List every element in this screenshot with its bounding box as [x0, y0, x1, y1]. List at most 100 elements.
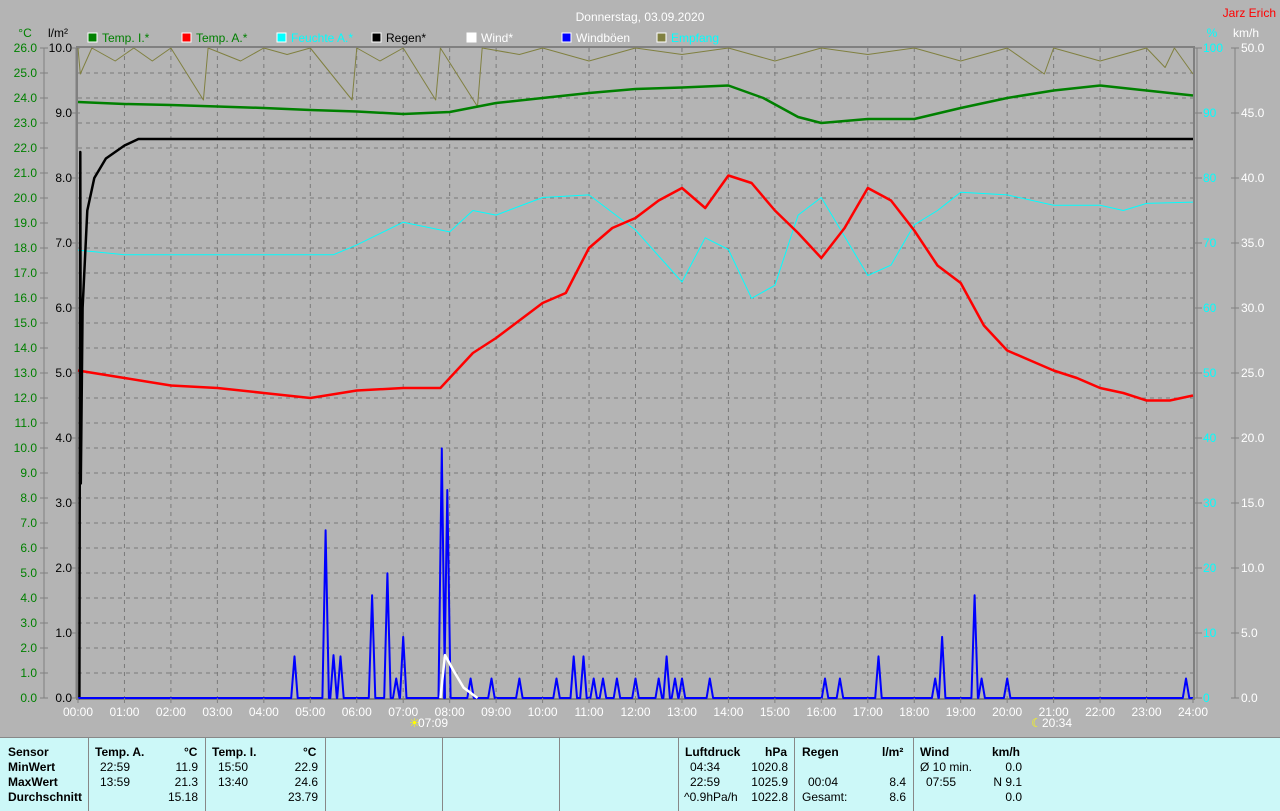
temp-tick-label: 15.0 — [14, 316, 38, 330]
x-tick-label: 01:00 — [109, 705, 139, 719]
temp-i-max: 24.6 — [294, 775, 318, 789]
x-tick-label: 15:00 — [760, 705, 790, 719]
wind-tick-label: 15.0 — [1241, 496, 1265, 510]
humidity-tick-label: 50 — [1203, 366, 1217, 380]
wind-tick-label: 10.0 — [1241, 561, 1265, 575]
temp-tick-label: 23.0 — [14, 116, 38, 130]
temp-tick-label: 9.0 — [20, 466, 37, 480]
temp-i-header: Temp. I. — [212, 745, 257, 759]
legend-swatch — [656, 32, 667, 43]
x-tick-label: 23:00 — [1132, 705, 1162, 719]
temp-tick-label: 1.0 — [20, 666, 37, 680]
legend-swatch — [181, 32, 192, 43]
weather-chart: Donnerstag, 03.09.2020 Jarz Erich Temp. … — [14, 6, 1276, 730]
regen-total-label: Gesamt: — [802, 790, 848, 804]
wind-header: Wind — [920, 745, 950, 759]
rain-tick-label: 4.0 — [55, 431, 72, 445]
x-tick-label: 10:00 — [528, 705, 558, 719]
temp-a-min: 11.9 — [175, 760, 198, 774]
x-tick-label: 18:00 — [899, 705, 929, 719]
wind-axis-unit: km/h — [1233, 26, 1259, 40]
rain-tick-label: 8.0 — [55, 171, 72, 185]
temp-tick-label: 18.0 — [14, 241, 38, 255]
row-label-sensor: Sensor — [8, 745, 49, 759]
temp-tick-label: 13.0 — [14, 366, 38, 380]
rain-tick-label: 3.0 — [55, 496, 72, 510]
temp-a-max-time: 13:59 — [100, 775, 131, 789]
chart-title: Donnerstag, 03.09.2020 — [576, 10, 705, 24]
legend-swatch — [466, 32, 477, 43]
x-tick-label: 05:00 — [295, 705, 325, 719]
x-tick-label: 20:00 — [992, 705, 1022, 719]
legend-swatch — [87, 32, 98, 43]
row-label-max: MaxWert — [8, 775, 58, 789]
divider — [678, 738, 679, 811]
wind-tick-label: 35.0 — [1241, 236, 1265, 250]
regen-max: 8.4 — [889, 775, 906, 789]
rain-tick-label: 0.0 — [55, 691, 72, 705]
humidity-axis-unit: % — [1207, 26, 1218, 40]
rain-tick-label: 5.0 — [55, 366, 72, 380]
humidity-tick-label: 90 — [1203, 106, 1217, 120]
rain-tick-label: 10.0 — [49, 41, 73, 55]
luftdruck-header: Luftdruck — [685, 745, 741, 759]
x-tick-label: 22:00 — [1085, 705, 1115, 719]
luftdruck-unit: hPa — [765, 745, 788, 759]
temp-tick-label: 12.0 — [14, 391, 38, 405]
rain-tick-label: 9.0 — [55, 106, 72, 120]
temp-tick-label: 14.0 — [14, 341, 38, 355]
x-tick-label: 16:00 — [806, 705, 836, 719]
humidity-tick-label: 40 — [1203, 431, 1217, 445]
rain-tick-label: 7.0 — [55, 236, 72, 250]
legend-label: Windböen — [576, 31, 630, 45]
regen-total: 8.6 — [889, 790, 906, 804]
wind-tick-label: 0.0 — [1241, 691, 1258, 705]
x-tick-label: 19:00 — [946, 705, 976, 719]
wind-tick-label: 45.0 — [1241, 106, 1265, 120]
temp-tick-label: 17.0 — [14, 266, 38, 280]
sunrise-marker: ☀ 07:09 — [409, 716, 448, 730]
wind-avg: 0.0 — [1005, 760, 1022, 774]
luftdruck-max: 1025.9 — [751, 775, 788, 789]
temp-tick-label: 7.0 — [20, 516, 37, 530]
regen-max-time: 00:04 — [808, 775, 839, 789]
humidity-tick-label: 30 — [1203, 496, 1217, 510]
humidity-tick-label: 20 — [1203, 561, 1217, 575]
temp-tick-label: 25.0 — [14, 66, 38, 80]
luftdruck-min-time: 04:34 — [690, 760, 721, 774]
sunrise-time: 07:09 — [418, 716, 448, 730]
wind-tick-label: 20.0 — [1241, 431, 1265, 445]
x-tick-label: 04:00 — [249, 705, 279, 719]
humidity-tick-label: 80 — [1203, 171, 1217, 185]
legend-label: Empfang — [671, 31, 719, 45]
regen-header: Regen — [802, 745, 839, 759]
legend-label: Feuchte A.* — [291, 31, 353, 45]
temp-tick-label: 6.0 — [20, 541, 37, 555]
statistics-table: Sensor MinWert MaxWert Durchschnitt Temp… — [0, 737, 1280, 811]
legend-swatch — [371, 32, 382, 43]
luftdruck-avg: 1022.8 — [751, 790, 788, 804]
x-tick-label: 17:00 — [853, 705, 883, 719]
rain-axis-unit: l/m² — [48, 26, 68, 40]
temp-i-unit: °C — [303, 745, 317, 759]
divider — [913, 738, 914, 811]
temp-a-min-time: 22:59 — [100, 760, 131, 774]
temp-tick-label: 8.0 — [20, 491, 37, 505]
wind-tick-label: 50.0 — [1241, 41, 1265, 55]
divider — [794, 738, 795, 811]
temp-i-avg: 23.79 — [287, 790, 318, 804]
temp-tick-label: 16.0 — [14, 291, 38, 305]
humidity-tick-label: 70 — [1203, 236, 1217, 250]
row-label-min: MinWert — [8, 760, 56, 774]
sunset-marker: ☾ 20:34 — [1031, 716, 1072, 730]
legend-label: Wind* — [481, 31, 513, 45]
luftdruck-max-time: 22:59 — [690, 775, 721, 789]
temp-tick-label: 20.0 — [14, 191, 38, 205]
legend: Temp. I.* Temp. A.* Feuchte A.* Regen* Wind*… — [87, 31, 719, 45]
wind-max: N 9.1 — [993, 775, 1022, 789]
divider — [442, 738, 443, 811]
wind-max-time: 07:55 — [926, 775, 957, 789]
moon-icon: ☾ — [1031, 716, 1042, 730]
wind-unit: km/h — [992, 745, 1021, 759]
x-tick-label: 02:00 — [156, 705, 186, 719]
